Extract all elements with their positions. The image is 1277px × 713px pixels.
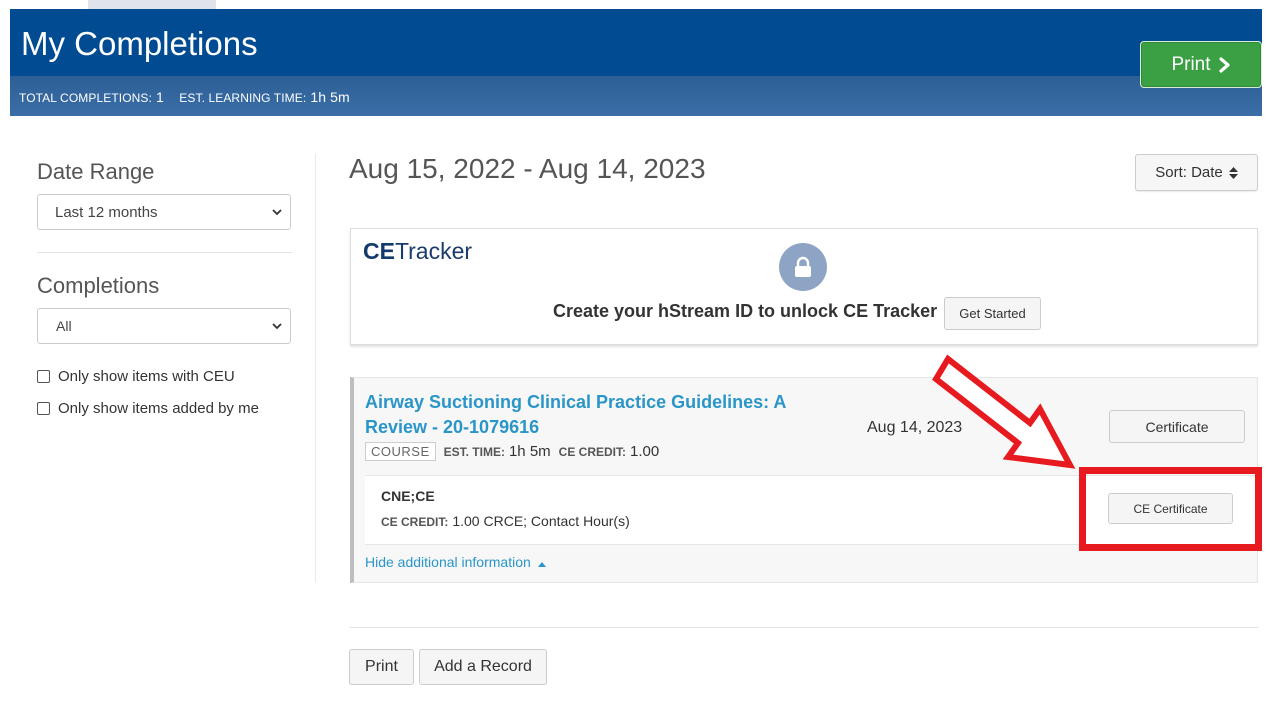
ce-tracker-message: Create your hStream ID to unlock CE Trac… <box>553 301 938 321</box>
est-time-label: EST. TIME: <box>443 444 505 459</box>
credit-details-panel: CNE;CE CE CREDIT: 1.00 CRCE; Contact Hour… <box>365 475 1257 545</box>
hide-info-label: Hide additional information <box>365 554 531 570</box>
learning-time-label: EST. LEARNING TIME: <box>179 91 307 105</box>
print-button[interactable]: Print <box>349 649 414 685</box>
lock-icon <box>779 243 827 291</box>
course-type-badge: COURSE <box>365 442 436 461</box>
ce-certificate-button[interactable]: CE Certificate <box>1108 493 1233 524</box>
page-title: My Completions <box>21 25 258 62</box>
checkbox-icon[interactable] <box>37 402 50 415</box>
checkbox-icon[interactable] <box>37 370 50 383</box>
print-header-label: Print <box>1171 53 1211 75</box>
add-record-button[interactable]: Add a Record <box>419 649 547 685</box>
total-completions-label: TOTAL COMPLETIONS: <box>19 91 152 105</box>
learning-time-value: 1h 5m <box>310 89 350 105</box>
added-by-me-checkbox[interactable]: Only show items added by me <box>37 400 259 417</box>
chevron-down-icon <box>272 209 282 216</box>
date-range-select[interactable]: Last 12 months <box>37 194 291 230</box>
course-title-link[interactable]: Airway Suctioning Clinical Practice Guid… <box>365 390 805 440</box>
est-time-value: 1h 5m <box>508 443 551 460</box>
chevron-right-icon <box>1218 56 1230 73</box>
course-meta: COURSE EST. TIME: 1h 5m CE CREDIT: 1.00 <box>365 442 667 461</box>
ce-tracker-card: CETracker Create your hStream ID to unlo… <box>350 228 1258 345</box>
detail-credit-label: CE CREDIT: <box>381 515 449 529</box>
added-by-me-label: Only show items added by me <box>58 400 259 417</box>
sort-button[interactable]: Sort: Date <box>1135 154 1258 191</box>
ce-tracker-logo: CETracker <box>363 238 473 264</box>
ce-credit-label: CE CREDIT: <box>558 444 627 459</box>
total-completions-value: 1 <box>155 89 164 105</box>
date-range-heading: Date Range <box>37 159 155 184</box>
chevron-down-icon <box>272 323 282 330</box>
page-header: My Completions TOTAL COMPLETIONS: 1 EST. … <box>10 9 1262 116</box>
certificate-button[interactable]: Certificate <box>1109 410 1245 443</box>
credit-type-heading: CNE;CE <box>381 488 435 504</box>
completion-stats: TOTAL COMPLETIONS: 1 EST. LEARNING TIME: 1… <box>19 89 362 105</box>
credit-detail: CE CREDIT: 1.00 CRCE; Contact Hour(s) <box>381 513 630 529</box>
print-header-button[interactable]: Print <box>1140 41 1262 88</box>
caret-up-icon <box>537 562 546 567</box>
sort-label: Sort: Date <box>1155 164 1223 181</box>
date-range-value: Last 12 months <box>55 204 158 221</box>
footer-divider <box>350 627 1258 628</box>
top-tab-stub <box>88 0 216 9</box>
sort-caret-icon <box>1228 166 1238 179</box>
completion-date: Aug 14, 2023 <box>867 419 963 436</box>
detail-credit-value: 1.00 CRCE; Contact Hour(s) <box>452 513 630 529</box>
completions-value: All <box>56 318 72 334</box>
ceu-filter-checkbox[interactable]: Only show items with CEU <box>37 368 235 385</box>
ce-credit-value: 1.00 <box>630 443 660 460</box>
column-divider <box>315 154 316 582</box>
ceu-filter-label: Only show items with CEU <box>58 368 235 385</box>
course-completion-card: Airway Suctioning Clinical Practice Guid… <box>350 377 1258 583</box>
completions-select[interactable]: All <box>37 308 291 344</box>
hide-info-link[interactable]: Hide additional information <box>365 554 546 570</box>
header-title-bar: My Completions <box>10 9 1262 76</box>
get-started-button[interactable]: Get Started <box>944 297 1041 330</box>
date-range-heading-main: Aug 15, 2022 - Aug 14, 2023 <box>349 153 706 184</box>
completions-heading: Completions <box>37 273 160 298</box>
sidebar-divider <box>37 252 292 253</box>
